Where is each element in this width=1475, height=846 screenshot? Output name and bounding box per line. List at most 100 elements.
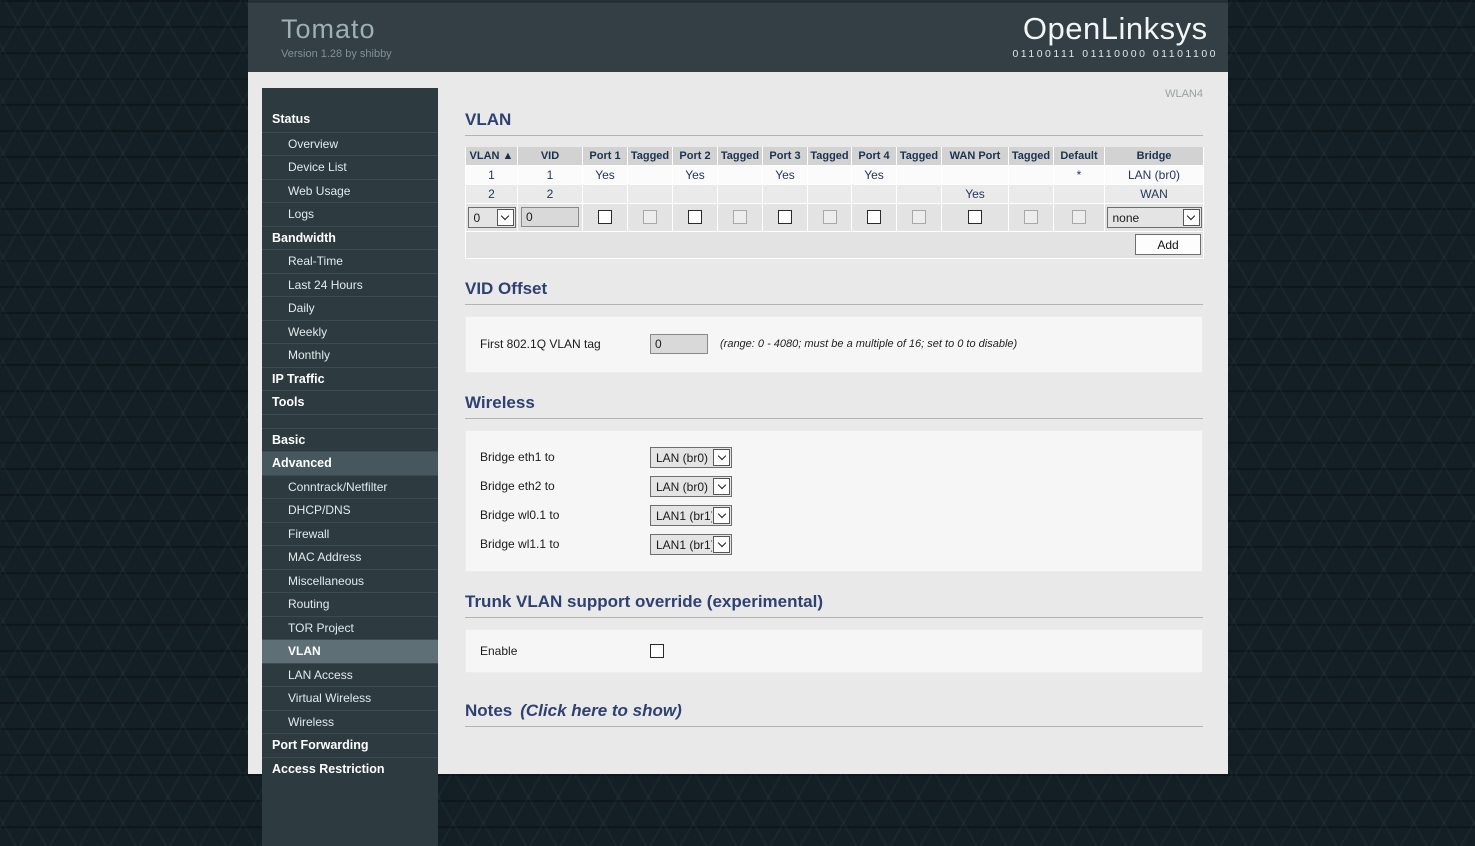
trunk-enable-checkbox[interactable] — [650, 643, 664, 658]
vid-offset-input[interactable] — [650, 334, 708, 354]
column-header-vid[interactable]: VID — [517, 147, 583, 166]
vlan-table-cell — [1053, 183, 1105, 204]
port3-tagged-checkbox — [822, 210, 837, 225]
port2-tagged-cell — [717, 202, 763, 232]
sidebar-item-web-usage[interactable]: Web Usage — [262, 178, 438, 203]
port1-checkbox[interactable] — [598, 210, 612, 225]
sidebar-item-device-list[interactable]: Device List — [262, 155, 438, 179]
port2-checkbox[interactable] — [688, 210, 702, 225]
sidebar-item-routing[interactable]: Routing — [262, 592, 438, 616]
vid-input[interactable] — [521, 207, 579, 227]
sidebar-item-last-24-hours[interactable]: Last 24 Hours — [262, 272, 438, 297]
sidebar-item-overview[interactable]: Overview — [262, 131, 438, 156]
column-header-tagged[interactable]: Tagged — [896, 147, 942, 166]
vlan-number-select[interactable]: 0 — [467, 206, 516, 228]
chevron-down-icon — [713, 506, 730, 524]
bridge-select-bridge-wl0-1-to[interactable]: LAN1 (br1) — [650, 504, 732, 526]
binary-subtext: 01100111 01110000 01101100 — [1012, 48, 1218, 60]
sidebar-item-miscellaneous[interactable]: Miscellaneous — [262, 568, 438, 593]
vid-offset-note: (range: 0 - 4080; must be a multiple of … — [720, 338, 1018, 350]
bridge-select-bridge-wl1-1-to[interactable]: LAN1 (br1) — [650, 533, 732, 555]
sidebar-item-lan-access[interactable]: LAN Access — [262, 662, 438, 687]
notes-toggle-link[interactable]: (Click here to show) — [520, 701, 682, 720]
sidebar-item-virtual-wireless[interactable]: Virtual Wireless — [262, 686, 438, 710]
add-button[interactable]: Add — [1135, 234, 1201, 255]
sidebar-item-bandwidth[interactable]: Bandwidth — [262, 225, 438, 250]
port4-checkbox[interactable] — [867, 210, 881, 225]
bridge-select-cell: none — [1104, 202, 1204, 232]
bridge-select[interactable]: none — [1106, 206, 1202, 228]
main-panel: WLAN4 VLAN VLAN ▲ VID Port 1 Tagged Port 2 Ta… — [465, 72, 1204, 727]
column-header-bridge[interactable]: Bridge — [1104, 147, 1204, 166]
column-header-port-1[interactable]: Port 1 — [582, 147, 628, 166]
vlan-table-cell — [896, 164, 942, 185]
vid-input-cell — [517, 202, 583, 232]
column-header-tagged[interactable]: Tagged — [717, 147, 763, 166]
sidebar-item-dhcp-dns[interactable]: DHCP/DNS — [262, 498, 438, 522]
vlan-table-cell — [582, 183, 628, 204]
bridge-select-bridge-wl1-1-to-value: LAN1 (br1) — [656, 537, 712, 552]
vlan-table-cell — [1008, 183, 1054, 204]
column-header-port-3[interactable]: Port 3 — [762, 147, 808, 166]
wan-port-cell — [941, 202, 1009, 232]
sidebar-item-real-time[interactable]: Real-Time — [262, 249, 438, 273]
column-header-tagged[interactable]: Tagged — [1008, 147, 1054, 166]
vid-offset-section-title: VID Offset — [465, 278, 548, 298]
vlan-table-row[interactable]: 2 2 Yes WAN — [465, 183, 1204, 204]
bridge-select-bridge-eth2-to[interactable]: LAN (br0) — [650, 475, 732, 497]
chevron-down-icon — [713, 448, 730, 466]
sidebar-item-tools[interactable]: Tools — [262, 390, 438, 414]
column-header-tagged[interactable]: Tagged — [807, 147, 852, 166]
bridge-select-bridge-eth1-to-value: LAN (br0) — [656, 450, 709, 465]
wireless-bridge-row: Bridge eth1 to LAN (br0) — [480, 443, 1192, 472]
port3-checkbox[interactable] — [778, 210, 792, 225]
vlan-table-row[interactable]: 1 1 Yes Yes Yes Yes * LAN (br0) — [465, 164, 1204, 185]
sidebar-item-advanced[interactable]: Advanced — [262, 451, 438, 475]
port2-cell — [672, 202, 718, 232]
page-wrapper: Tomato Version 1.28 by shibby OpenLinksy… — [248, 0, 1228, 846]
sidebar-item-mac-address[interactable]: MAC Address — [262, 545, 438, 569]
sidebar-nav: Status Overview Device List Web Usage Logs Ba… — [262, 88, 438, 846]
sidebar-item-access-restriction[interactable]: Access Restriction — [262, 756, 438, 781]
sidebar-item-firewall[interactable]: Firewall — [262, 521, 438, 546]
sidebar-item-vlan[interactable]: VLAN — [262, 639, 438, 663]
vlan-table-header-row: VLAN ▲ VID Port 1 Tagged Port 2 Tagged Port 3T… — [465, 147, 1204, 166]
sidebar-item-ip-traffic[interactable]: IP Traffic — [262, 366, 438, 391]
chevron-down-icon — [496, 208, 514, 226]
vid-offset-label: First 802.1Q VLAN tag — [480, 337, 601, 351]
vlan-table-cell: 1 — [465, 164, 518, 185]
column-header-default[interactable]: Default — [1053, 147, 1105, 166]
section-rule — [465, 725, 1203, 727]
sidebar-item-tor-project[interactable]: TOR Project — [262, 615, 438, 640]
column-header-port-2[interactable]: Port 2 — [672, 147, 718, 166]
column-header-port-4[interactable]: Port 4 — [851, 147, 897, 166]
sidebar-item-weekly[interactable]: Weekly — [262, 319, 438, 344]
port4-tagged-checkbox — [912, 210, 926, 225]
default-checkbox — [1072, 210, 1086, 225]
vlan-table-cell: Yes — [941, 183, 1009, 204]
sidebar-item-wireless[interactable]: Wireless — [262, 709, 438, 734]
vlan-table-cell: 1 — [517, 164, 583, 185]
sidebar-item-port-forwarding[interactable]: Port Forwarding — [262, 733, 438, 757]
wan-port-checkbox[interactable] — [968, 210, 982, 225]
sidebar-item-status[interactable]: Status — [262, 108, 438, 132]
column-header-vlan[interactable]: VLAN ▲ — [465, 147, 518, 166]
sidebar-item-logs[interactable]: Logs — [262, 202, 438, 226]
sidebar-item-basic[interactable]: Basic — [262, 427, 438, 452]
vlan-table-cell: * — [1053, 164, 1105, 185]
bridge-label-bridge-eth2-to: Bridge eth2 to — [480, 479, 555, 493]
port2-tagged-checkbox — [733, 210, 747, 225]
vlan-number-select-value: 0 — [473, 210, 481, 225]
column-header-wan-port[interactable]: WAN Port — [941, 147, 1009, 166]
bridge-select-bridge-eth1-to[interactable]: LAN (br0) — [650, 446, 732, 468]
column-header-tagged[interactable]: Tagged — [627, 147, 673, 166]
bridge-label-bridge-eth1-to: Bridge eth1 to — [480, 450, 555, 464]
brand: Tomato Version 1.28 by shibby — [281, 14, 392, 60]
sidebar-item-daily[interactable]: Daily — [262, 296, 438, 320]
port1-tagged-checkbox — [643, 210, 657, 225]
sidebar-item-monthly[interactable]: Monthly — [262, 343, 438, 367]
sidebar-item-conntrack-netfilter[interactable]: Conntrack/Netfilter — [262, 474, 438, 499]
vlan-table-cell: Yes — [762, 164, 808, 185]
vlan-add-row: Add — [465, 230, 1204, 259]
vlan-select-cell: 0 — [465, 202, 518, 232]
